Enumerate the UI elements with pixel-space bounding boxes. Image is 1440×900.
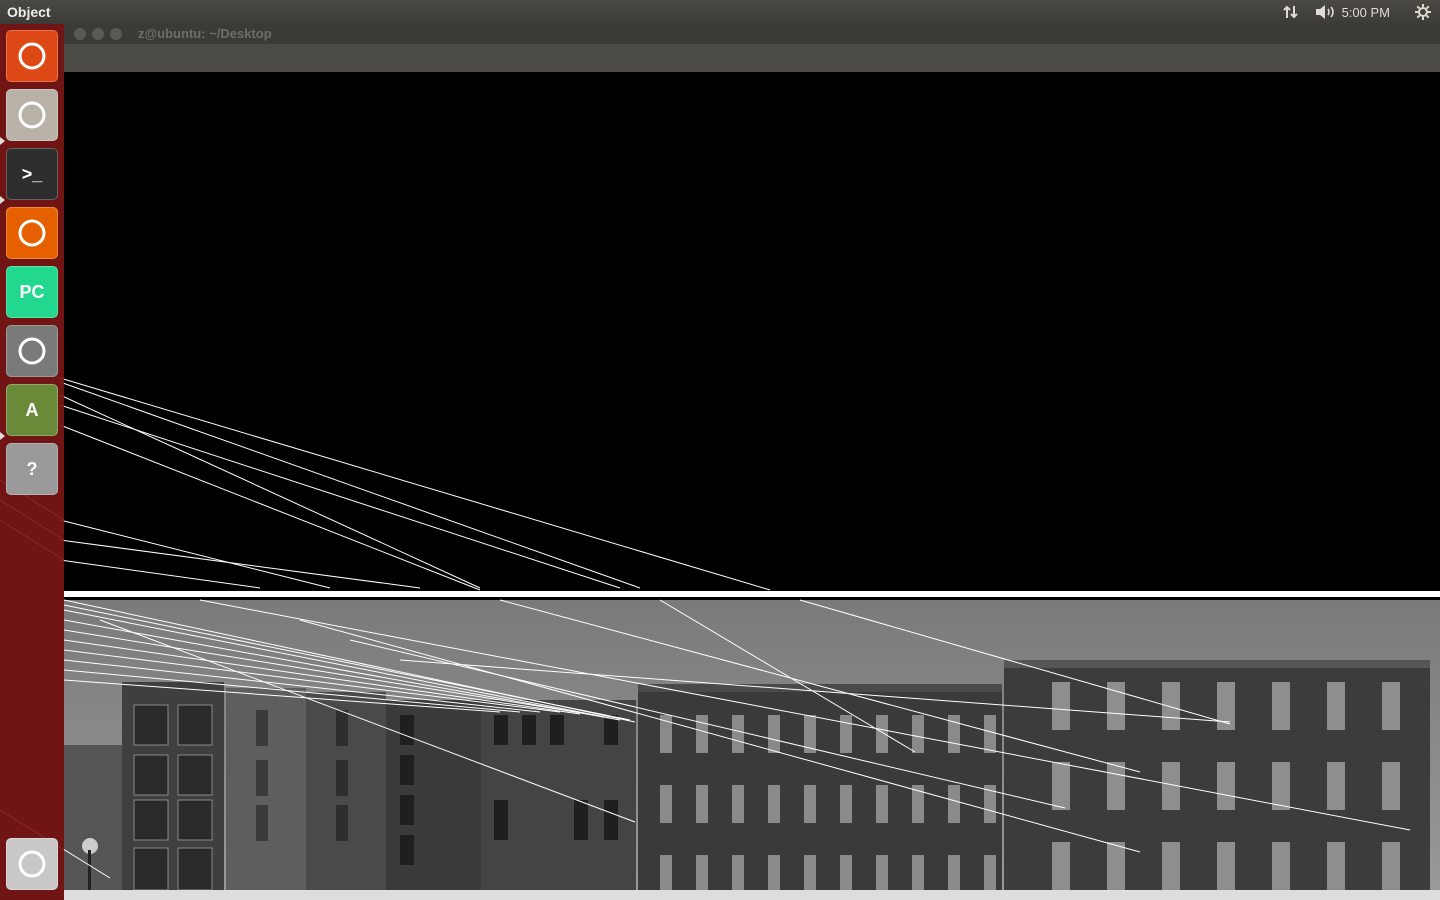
window-titlebar[interactable]: z@ubuntu: ~/Desktop — [64, 24, 1440, 44]
maximize-icon[interactable] — [110, 28, 122, 40]
upper-image-view — [64, 72, 1440, 588]
launcher-terminal[interactable]: >_ — [6, 148, 58, 200]
network-updown-icon[interactable] — [1282, 3, 1300, 21]
settings-wrench-icon — [7, 326, 57, 376]
clock[interactable]: 5:00 PM — [1342, 5, 1390, 23]
firefox-icon — [7, 208, 57, 258]
running-indicator — [0, 137, 5, 145]
pycharm-icon: PC — [19, 281, 45, 302]
terminal-icon: >_ — [21, 163, 43, 184]
launcher-software-updater[interactable]: A — [6, 384, 58, 436]
ubuntu-logo-icon — [7, 31, 57, 81]
building-scene-image — [64, 600, 1440, 900]
launcher-settings-wrench[interactable] — [6, 325, 58, 377]
launcher-file-cabinet[interactable] — [6, 89, 58, 141]
window-title: z@ubuntu: ~/Desktop — [138, 26, 272, 41]
view-divider — [64, 588, 1440, 600]
volume-icon[interactable] — [1314, 3, 1336, 21]
close-icon[interactable] — [74, 28, 86, 40]
launcher-firefox[interactable] — [6, 207, 58, 259]
help-icon: ? — [26, 458, 38, 479]
app-menu-title[interactable]: Object — [7, 4, 51, 20]
window-menubar — [64, 44, 1440, 72]
top-panel: Object 5:00 PM — [0, 0, 1440, 24]
launcher-pycharm[interactable]: PC — [6, 266, 58, 318]
launcher-trash[interactable] — [6, 838, 58, 890]
launcher-ubuntu-logo[interactable] — [6, 30, 58, 82]
running-indicator — [0, 432, 5, 440]
software-updater-icon: A — [25, 399, 39, 420]
trash-icon — [7, 839, 57, 889]
launcher-help[interactable]: ? — [6, 443, 58, 495]
running-indicator — [0, 196, 5, 204]
gear-icon[interactable] — [1414, 3, 1432, 21]
lower-image-view — [64, 600, 1440, 900]
minimize-icon[interactable] — [92, 28, 104, 40]
launcher-sidebar: >_ PC A? — [0, 24, 64, 900]
file-cabinet-icon — [7, 90, 57, 140]
